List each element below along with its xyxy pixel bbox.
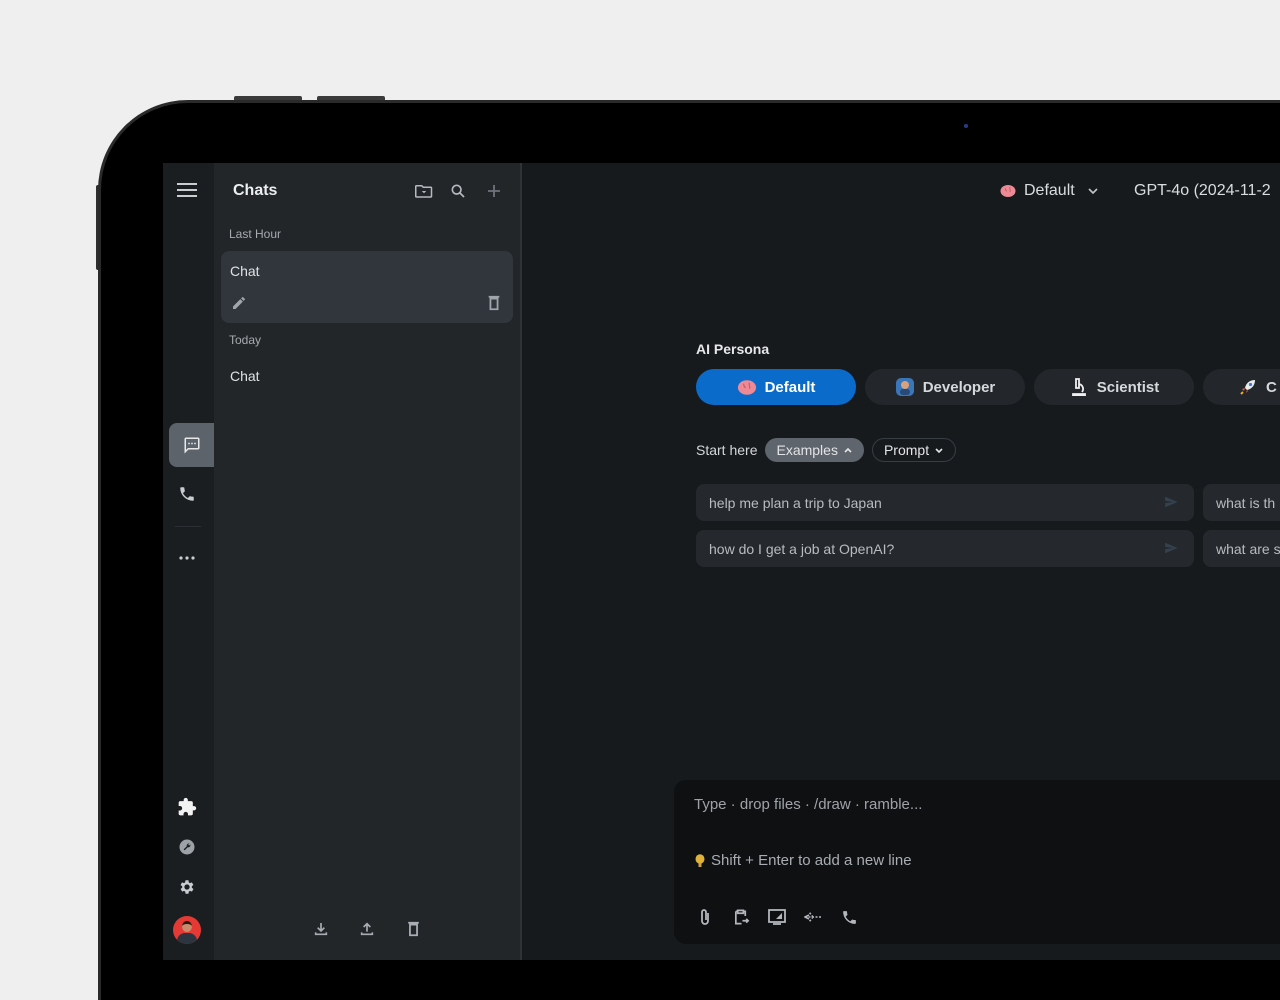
chat-title: Chat [230,263,260,279]
example-text: help me plan a trip to Japan [709,494,882,511]
developer-icon [895,377,915,397]
screen-capture-button[interactable] [766,906,788,928]
chevron-down-icon [935,447,943,453]
edit-chat-button[interactable] [229,293,249,313]
chat-icon [184,437,199,454]
new-folder-button[interactable] [413,180,435,202]
paste-button[interactable] [730,906,752,928]
chats-sidebar: Chats Last Hour Chat Today Chat [214,163,522,960]
delete-chat-button[interactable] [484,293,504,313]
ai-persona-label: AI Persona [696,341,770,357]
delete-all-button[interactable] [401,917,425,941]
search-chats-button[interactable] [447,180,469,202]
clipboard-icon [734,909,749,925]
chat-list-item[interactable]: Chat [221,359,513,393]
persona-label: Scientist [1096,378,1160,396]
hamburger-icon [177,183,197,197]
persona-label: Developer [922,378,996,396]
persona-dropdown-label: Default [1024,182,1075,199]
menu-button[interactable] [165,168,209,212]
example-text: how do I get a job at OpenAI? [709,540,895,557]
sidebar-title: Chats [233,182,278,199]
group-label-today: Today [229,333,262,347]
lightbulb-icon [695,853,705,867]
fork-icon [804,911,821,923]
rail-item-chat[interactable] [169,423,214,467]
brain-icon [998,181,1018,201]
chat-list-item[interactable]: Chat [221,251,513,323]
trash-icon [488,295,500,311]
avatar-head [182,921,192,932]
search-icon [451,184,465,198]
group-label-last-hour: Last Hour [229,227,282,241]
upload-icon [360,922,374,936]
persona-label: C [1266,378,1277,396]
send-icon [1165,496,1178,508]
nav-rail [163,163,214,960]
plus-icon [488,185,500,197]
message-input[interactable] [694,796,1274,813]
chevron-up-icon [844,447,852,453]
download-button[interactable] [309,917,333,941]
examples-toggle[interactable]: Examples [765,438,864,462]
trash-icon [407,921,419,937]
rail-item-tools[interactable] [165,825,209,869]
example-text: what is th [1216,494,1276,511]
phone-icon [180,487,194,501]
examples-label: Examples [776,442,838,458]
main-panel: Default GPT-4o (2024-11-2 AI Persona Def… [524,163,1280,960]
voice-call-button[interactable] [838,906,860,928]
persona-list: Default Developer Scientist C [696,369,1280,405]
pencil-icon [233,297,245,309]
persona-c[interactable]: C [1203,369,1280,405]
example-text: what are s [1216,540,1280,557]
upload-button[interactable] [355,917,379,941]
persona-scientist[interactable]: Scientist [1034,369,1194,405]
send-icon [1165,542,1178,554]
rail-divider [175,526,201,527]
more-icon [179,556,195,560]
start-here-label: Start here [696,442,758,458]
avatar[interactable] [173,916,201,944]
persona-label: Default [764,378,816,396]
microscope-icon [1069,377,1089,397]
download-icon [314,923,328,936]
wrench-icon [179,839,195,855]
rocket-icon [1238,377,1258,397]
persona-dropdown[interactable]: Default [998,181,1099,201]
prompt-toggle[interactable]: Prompt [871,438,957,462]
example-prompt[interactable]: help me plan a trip to Japan [696,484,1194,521]
example-prompt[interactable]: how do I get a job at OpenAI? [696,530,1194,567]
gear-icon [180,880,194,894]
example-prompt[interactable]: what are s [1203,530,1280,567]
composer: Shift + Enter to add a new line [674,780,1280,944]
composer-tools [694,906,860,928]
brain-icon [737,377,757,397]
phone-icon [842,910,856,924]
device-camera [964,124,968,128]
prompt-label: Prompt [883,442,930,458]
attach-button[interactable] [694,906,716,928]
rail-item-more[interactable] [165,536,209,580]
branch-button[interactable] [802,906,824,928]
composer-hint: Shift + Enter to add a new line [695,852,912,869]
hint-text: Shift + Enter to add a new line [711,852,912,869]
new-chat-button[interactable] [483,180,505,202]
screen-icon [768,909,786,925]
folder-icon [415,185,433,198]
chevron-down-icon [1088,188,1098,195]
rail-item-call[interactable] [165,472,209,516]
app-screen: Chats Last Hour Chat Today Chat Default … [163,163,1280,960]
persona-default[interactable]: Default [696,369,856,405]
chat-title: Chat [230,368,260,384]
persona-developer[interactable]: Developer [865,369,1025,405]
rail-item-settings[interactable] [165,865,209,909]
paperclip-icon [701,909,709,925]
model-selector[interactable]: GPT-4o (2024-11-2 [1134,182,1271,200]
avatar-body [177,933,197,944]
start-here-row: Start here Examples Prompt [696,438,957,462]
puzzle-icon [178,797,197,816]
example-prompt[interactable]: what is th [1203,484,1280,521]
rail-item-plugins[interactable] [165,785,209,829]
